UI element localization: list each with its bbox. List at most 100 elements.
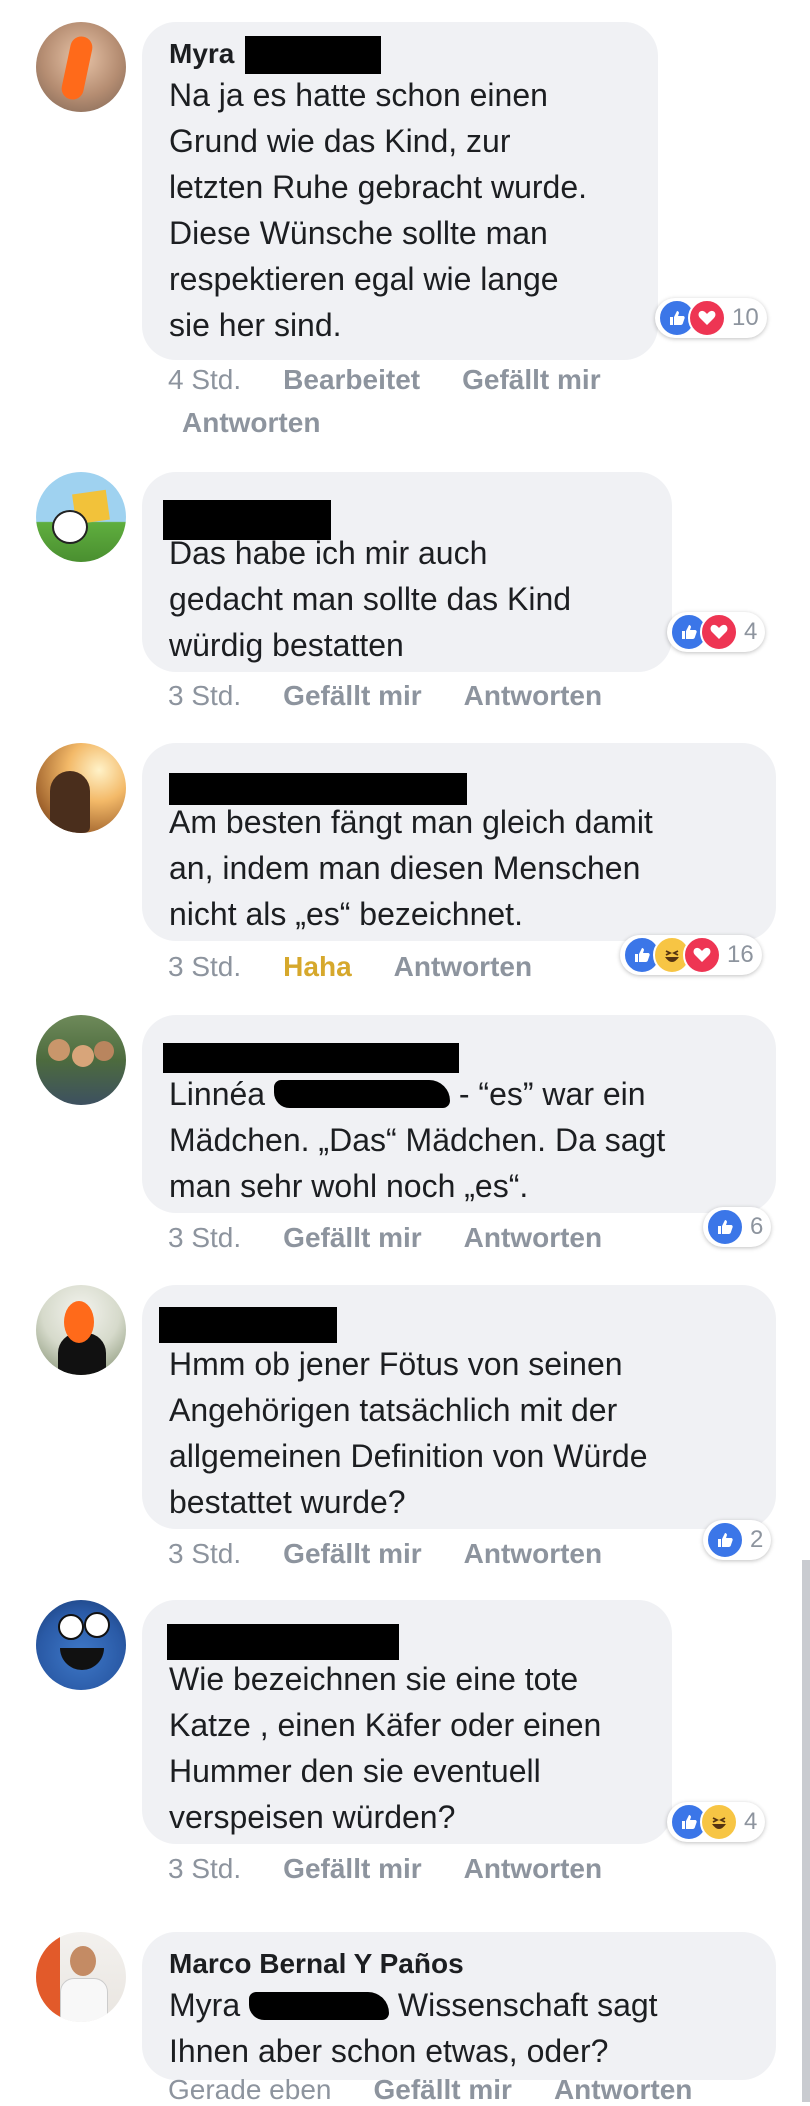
avatar-eye <box>84 1612 110 1638</box>
redaction-mark <box>64 1301 94 1343</box>
comment-bubble[interactable]: Myra Na ja es hatte schon einen Grund wi… <box>142 22 658 360</box>
avatar[interactable] <box>36 1285 126 1375</box>
reaction-summary[interactable]: 10 <box>655 298 767 338</box>
like-icon <box>706 1208 744 1246</box>
mention-link[interactable]: Myra <box>169 1987 240 2023</box>
comment-bubble[interactable]: Marco Bernal Y Paños Myra Wissenschaft s… <box>142 1932 776 2080</box>
comment-text-line: bestattet wurde? <box>169 1484 406 1520</box>
redacted-mention <box>273 1080 450 1108</box>
timestamp[interactable]: 4 Std. <box>168 364 241 395</box>
comment-text-line: verspeisen würden? <box>169 1799 456 1835</box>
redacted-name <box>163 1043 459 1073</box>
comment-text-line: Hummer den sie eventuell <box>169 1753 541 1789</box>
avatar-figure <box>50 771 90 833</box>
reply-button[interactable]: Antworten <box>464 680 602 711</box>
comment-actions: Gerade eben Gefällt mir Antworten <box>168 2074 734 2106</box>
reaction-count: 10 <box>732 304 759 331</box>
comment-text-line: Na ja es hatte schon einen <box>169 77 548 113</box>
avatar-dog <box>52 510 88 544</box>
comment-text-line: Ihnen aber schon etwas, oder? <box>169 2033 609 2069</box>
comment-text-line: respektieren egal wie lange <box>169 261 559 297</box>
avatar[interactable] <box>36 1600 126 1690</box>
author-name[interactable]: Marco Bernal Y Paños <box>169 1946 464 1982</box>
comment-text-line: an, indem man diesen Menschen <box>169 850 641 886</box>
like-button[interactable]: Gefällt mir <box>283 1222 421 1253</box>
comment-text-line: Hmm ob jener Fötus von seinen <box>169 1346 623 1382</box>
comment-bubble[interactable]: Linnéa - “es” war ein Mädchen. „Das“ Mäd… <box>142 1015 776 1213</box>
avatar[interactable] <box>36 472 126 562</box>
timestamp[interactable]: 3 Std. <box>168 1222 241 1253</box>
avatar-head <box>70 1946 96 1976</box>
timestamp[interactable]: 3 Std. <box>168 951 241 982</box>
reply-button[interactable]: Antworten <box>394 951 532 982</box>
like-button[interactable]: Gefällt mir <box>283 1538 421 1569</box>
like-icon <box>706 1521 744 1559</box>
comment-actions: 4 Std. Bearbeitet Gefällt mir <box>168 364 643 396</box>
reaction-count: 2 <box>750 1526 764 1553</box>
avatar[interactable] <box>36 1015 126 1105</box>
like-button[interactable]: Gefällt mir <box>373 2074 511 2105</box>
avatar[interactable] <box>36 743 126 833</box>
comment-text-line: sie her sind. <box>169 307 342 343</box>
reply-button[interactable]: Antworten <box>554 2074 692 2105</box>
comment-text-line: gedacht man sollte das Kind <box>169 581 572 617</box>
comment-text-line: Mädchen. „Das“ Mädchen. Da sagt <box>169 1122 666 1158</box>
redacted-mention <box>249 1992 389 2020</box>
haha-reaction-button[interactable]: Haha <box>283 951 351 982</box>
edited-label[interactable]: Bearbeitet <box>283 364 420 395</box>
redacted-name <box>159 1307 337 1343</box>
timestamp[interactable]: 3 Std. <box>168 1853 241 1884</box>
avatar-person <box>72 1045 94 1067</box>
mention-link[interactable]: Linnéa <box>169 1076 265 1112</box>
comment-text-line: Katze , einen Käfer oder einen <box>169 1707 602 1743</box>
reaction-count: 4 <box>744 1808 758 1835</box>
comment-actions: 3 Std. Gefällt mir Antworten <box>168 680 644 712</box>
avatar[interactable] <box>36 1932 126 2022</box>
reaction-count: 6 <box>750 1213 764 1240</box>
comment-text-line: Am besten fängt man gleich damit <box>169 804 653 840</box>
author-name[interactable]: Myra <box>169 36 234 72</box>
haha-icon <box>700 1803 738 1841</box>
comment-text-line: nicht als „es“ bezeichnet. <box>169 896 523 932</box>
reply-button[interactable]: Antworten <box>464 1538 602 1569</box>
comment-actions: 3 Std. Haha Antworten <box>168 951 574 983</box>
love-icon <box>683 936 721 974</box>
avatar-body <box>60 1978 108 2022</box>
timestamp[interactable]: Gerade eben <box>168 2074 331 2105</box>
like-button[interactable]: Gefällt mir <box>283 680 421 711</box>
redacted-name <box>244 36 381 74</box>
comment-bubble[interactable]: Das habe ich mir auch gedacht man sollte… <box>142 472 672 672</box>
comment-text-line: Wissenschaft sagt <box>397 1987 658 2023</box>
reply-button[interactable]: Antworten <box>464 1853 602 1884</box>
comment-text-line: Grund wie das Kind, zur <box>169 123 511 159</box>
like-button[interactable]: Gefällt mir <box>462 364 600 395</box>
reaction-count: 16 <box>727 941 754 968</box>
love-icon <box>688 299 726 337</box>
redacted-name <box>169 773 467 805</box>
comment-bubble[interactable]: Am besten fängt man gleich damit an, ind… <box>142 743 776 941</box>
comment-actions-wrap: Antworten <box>182 407 362 439</box>
reaction-summary[interactable]: 2 <box>703 1520 772 1560</box>
redacted-name <box>163 500 331 540</box>
avatar-person <box>94 1041 114 1061</box>
like-button[interactable]: Gefällt mir <box>283 1853 421 1884</box>
reaction-summary[interactable]: 6 <box>703 1207 772 1247</box>
reply-button[interactable]: Antworten <box>182 407 320 438</box>
scrollbar[interactable] <box>802 1560 810 2102</box>
timestamp[interactable]: 3 Std. <box>168 680 241 711</box>
reaction-summary[interactable]: 4 <box>667 612 766 652</box>
comment-actions: 3 Std. Gefällt mir Antworten <box>168 1538 644 1570</box>
comment-text-line: - “es” war ein <box>458 1076 646 1112</box>
comment-text-line: man sehr wohl noch „es“. <box>169 1168 529 1204</box>
love-icon <box>700 613 738 651</box>
avatar-accent <box>36 1932 60 2022</box>
reaction-summary[interactable]: 16 <box>620 935 762 975</box>
avatar-mouth <box>60 1648 104 1670</box>
timestamp[interactable]: 3 Std. <box>168 1538 241 1569</box>
comment-bubble[interactable]: Hmm ob jener Fötus von seinen Angehörige… <box>142 1285 776 1529</box>
reply-button[interactable]: Antworten <box>464 1222 602 1253</box>
reaction-summary[interactable]: 4 <box>667 1802 766 1842</box>
comment-bubble[interactable]: Wie bezeichnen sie eine tote Katze , ein… <box>142 1600 672 1844</box>
comment-actions: 3 Std. Gefällt mir Antworten <box>168 1853 644 1885</box>
avatar[interactable] <box>36 22 126 112</box>
